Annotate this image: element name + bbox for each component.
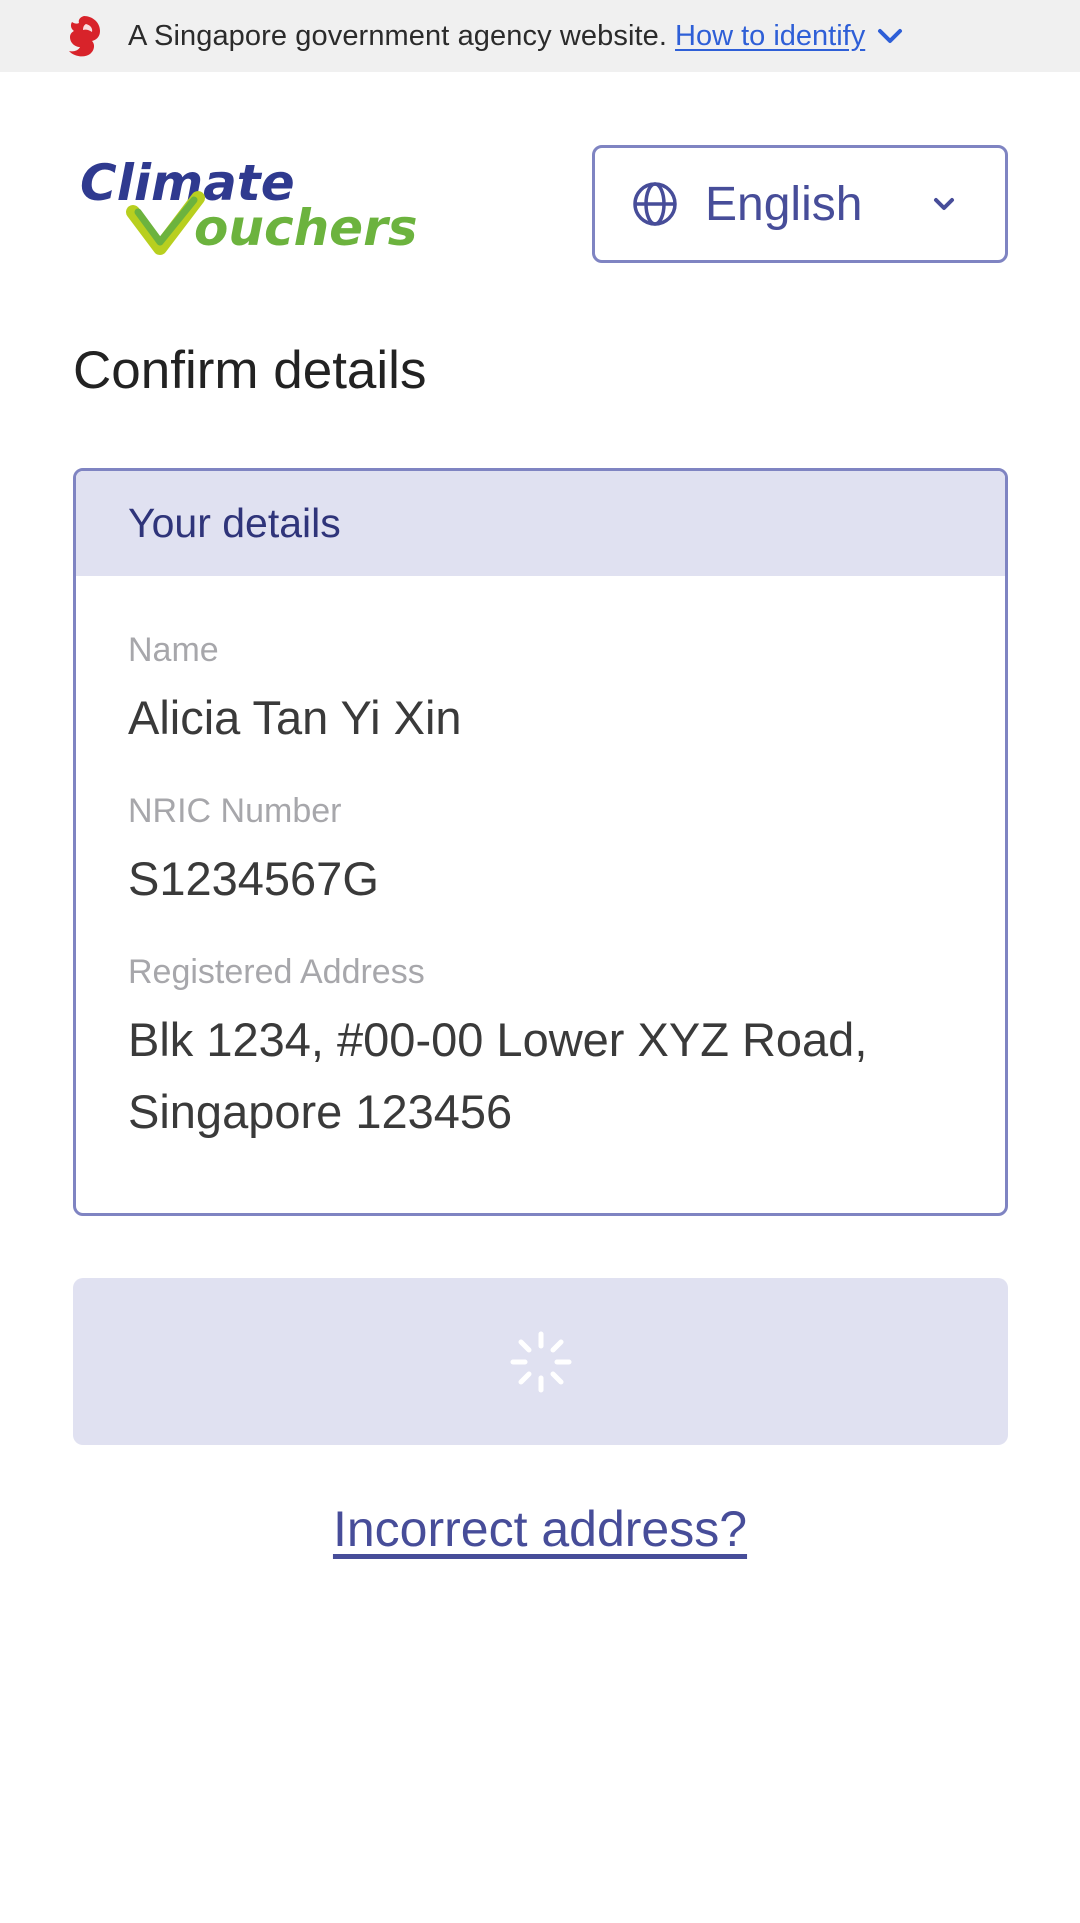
page-title: Confirm details	[73, 341, 427, 400]
globe-icon	[633, 182, 677, 226]
logo-bottom-text: ouchers	[194, 199, 418, 257]
language-label: English	[705, 177, 863, 231]
card-heading: Your details	[128, 500, 341, 546]
field-label: NRIC Number	[128, 792, 342, 830]
address-field: Registered Address Blk 1234, #00-00 Lowe…	[128, 953, 953, 1148]
incorrect-address-link[interactable]: Incorrect address?	[333, 1501, 747, 1557]
card-body: Name Alicia Tan Yi Xin NRIC Number S1234…	[76, 576, 1005, 1148]
chevron-down-icon	[934, 198, 954, 210]
field-label: Registered Address	[128, 953, 425, 991]
chevron-down-icon[interactable]	[875, 21, 905, 51]
field-value: Blk 1234, #00-00 Lower XYZ Road, Singapo…	[128, 1013, 868, 1138]
how-to-identify-link[interactable]: How to identify	[675, 20, 865, 53]
details-card: Your details Name Alicia Tan Yi Xin NRIC…	[73, 468, 1008, 1216]
confirm-button-loading[interactable]	[73, 1278, 1008, 1445]
merlion-crest-icon	[62, 14, 104, 58]
climate-vouchers-logo: Climate ouchers	[78, 150, 448, 260]
language-select[interactable]: English	[592, 145, 1008, 263]
field-label: Name	[128, 631, 219, 669]
incorrect-address-container: Incorrect address?	[0, 1500, 1080, 1558]
field-value: S1234567G	[128, 852, 379, 905]
nric-field: NRIC Number S1234567G	[128, 792, 953, 915]
gov-masthead: A Singapore government agency website. H…	[0, 0, 1080, 72]
masthead-text: A Singapore government agency website.	[128, 19, 668, 52]
loading-spinner-icon	[510, 1331, 571, 1392]
name-field: Name Alicia Tan Yi Xin	[128, 631, 953, 754]
field-value: Alicia Tan Yi Xin	[128, 691, 462, 744]
card-header: Your details	[76, 471, 1005, 576]
